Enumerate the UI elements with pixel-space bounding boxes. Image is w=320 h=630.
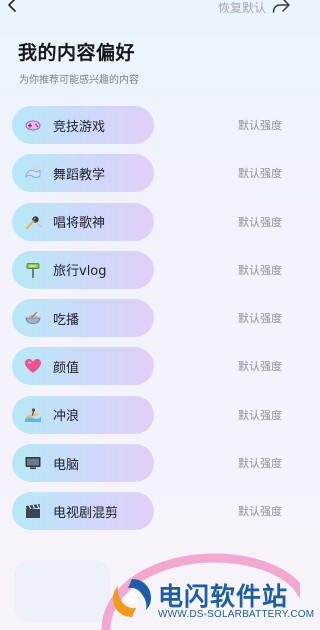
food-bowl-icon (24, 309, 42, 327)
computer-icon (24, 454, 42, 472)
preference-label: 电脑 (53, 457, 80, 473)
preference-pill: 旅行vlog (12, 250, 154, 289)
clapperboard-icon (24, 502, 42, 520)
preference-item-surfing[interactable]: 冲浪 默认强度 (0, 395, 300, 434)
preference-strength[interactable]: 默认强度 (238, 117, 282, 133)
top-bar: 恢复默认 (0, 0, 300, 22)
dance-icon (24, 164, 42, 182)
preference-pill: 竞技游戏 (12, 106, 154, 144)
preference-strength[interactable]: 默认强度 (238, 503, 282, 519)
preference-item-singers[interactable]: 唱将歌神 默认强度 (0, 202, 300, 241)
preference-list: 竞技游戏 默认强度 舞蹈教学 默认强度 唱将歌神 默认强度 旅行vlog 默认强… (0, 106, 300, 541)
preference-pill: 电脑 (12, 444, 154, 483)
preference-pill: 吃播 (12, 299, 154, 338)
restore-default-button[interactable]: 恢复默认 (218, 0, 266, 16)
preference-pill: 唱将歌神 (12, 202, 154, 241)
signpost-icon (24, 261, 42, 279)
preference-label: 冲浪 (53, 409, 80, 425)
preference-strength[interactable]: 默认强度 (238, 455, 282, 471)
watermark-url: WWW.DS-SOLARBATTERY.COM (158, 609, 315, 620)
preference-item-dance-tutorial[interactable]: 舞蹈教学 默认强度 (0, 154, 300, 193)
preference-strength[interactable]: 默认强度 (238, 358, 282, 374)
microphone-icon (24, 213, 42, 231)
preference-label: 颜值 (53, 360, 80, 376)
game-controller-icon (24, 116, 42, 134)
preference-item-mukbang[interactable]: 吃播 默认强度 (0, 299, 300, 338)
share-button[interactable] (270, 0, 292, 17)
preference-strength[interactable]: 默认强度 (238, 165, 282, 181)
preference-pill: 冲浪 (12, 395, 154, 434)
page-subtitle: 为你推荐可能感兴趣的内容 (19, 75, 139, 86)
preference-label: 唱将歌神 (53, 216, 106, 232)
preference-label: 舞蹈教学 (53, 167, 106, 183)
chevron-left-icon (8, 0, 16, 12)
brand-logo-icon (113, 579, 151, 617)
preference-strength[interactable]: 默认强度 (238, 407, 282, 423)
preference-pill: 电视剧混剪 (12, 492, 154, 531)
preference-strength[interactable]: 默认强度 (238, 214, 282, 230)
heart-icon (24, 357, 42, 375)
preference-item-appearance[interactable]: 颜值 默认强度 (0, 347, 300, 386)
preference-label: 吃播 (53, 312, 80, 328)
share-icon (272, 0, 290, 13)
preference-item-travel-vlog[interactable]: 旅行vlog 默认强度 (0, 250, 300, 289)
watermark-brand-name: 电闪软件站 (158, 582, 289, 611)
preference-item-tv-drama-mashup[interactable]: 电视剧混剪 默认强度 (0, 492, 300, 531)
preference-item-competitive-games[interactable]: 竞技游戏 默认强度 (0, 106, 300, 144)
preference-strength[interactable]: 默认强度 (238, 262, 282, 278)
preference-strength[interactable]: 默认强度 (238, 310, 282, 326)
back-button[interactable] (2, 0, 24, 16)
surfing-icon (24, 406, 42, 424)
preference-label: 旅行vlog (53, 264, 107, 280)
preference-pill: 舞蹈教学 (12, 154, 154, 193)
preference-pill: 颜值 (12, 347, 154, 386)
preference-item-computer[interactable]: 电脑 默认强度 (0, 444, 300, 483)
page-title: 我的内容偏好 (18, 42, 136, 64)
preference-label: 竞技游戏 (53, 119, 106, 135)
preference-label: 电视剧混剪 (53, 505, 119, 521)
